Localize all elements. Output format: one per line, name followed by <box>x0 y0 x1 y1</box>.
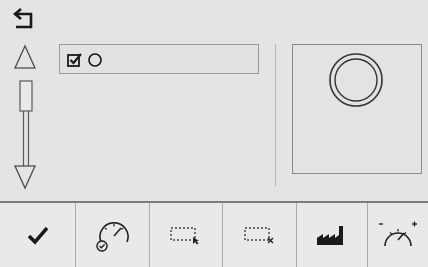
preview-panel <box>292 44 422 174</box>
scroll-up-button[interactable] <box>13 44 37 70</box>
scrollbar-track <box>19 80 33 166</box>
gauge-check-icon <box>95 222 129 252</box>
scroll-down-button[interactable] <box>13 164 37 190</box>
vertical-divider <box>275 44 276 186</box>
factory-icon <box>317 226 343 245</box>
select-area-button[interactable] <box>150 203 223 267</box>
triangle-down-icon <box>13 165 37 190</box>
scrollbar-thumb <box>19 80 33 112</box>
triangle-up-icon <box>13 44 37 69</box>
radio-button[interactable] <box>87 52 103 68</box>
bottom-toolbar <box>0 201 428 267</box>
selection-arrow-icon <box>170 227 199 245</box>
double-circle-icon <box>329 53 383 107</box>
speed-check-button[interactable] <box>76 203 150 267</box>
scrollbar[interactable] <box>17 80 37 166</box>
checkbox[interactable] <box>67 52 83 68</box>
checked-box-icon <box>67 53 82 67</box>
gauge-plus-minus-icon <box>379 221 417 247</box>
delete-selection-button[interactable] <box>223 203 297 267</box>
speed-adjust-button[interactable] <box>368 203 428 267</box>
radio-circle-icon <box>88 53 102 67</box>
confirm-button[interactable] <box>0 203 76 267</box>
screen <box>0 0 428 267</box>
back-arrow-icon <box>12 8 33 29</box>
checkmark-icon <box>27 226 48 245</box>
production-button[interactable] <box>297 203 368 267</box>
selection-delete-icon <box>243 227 273 244</box>
option-row[interactable] <box>59 44 259 74</box>
back-button[interactable] <box>12 6 36 30</box>
